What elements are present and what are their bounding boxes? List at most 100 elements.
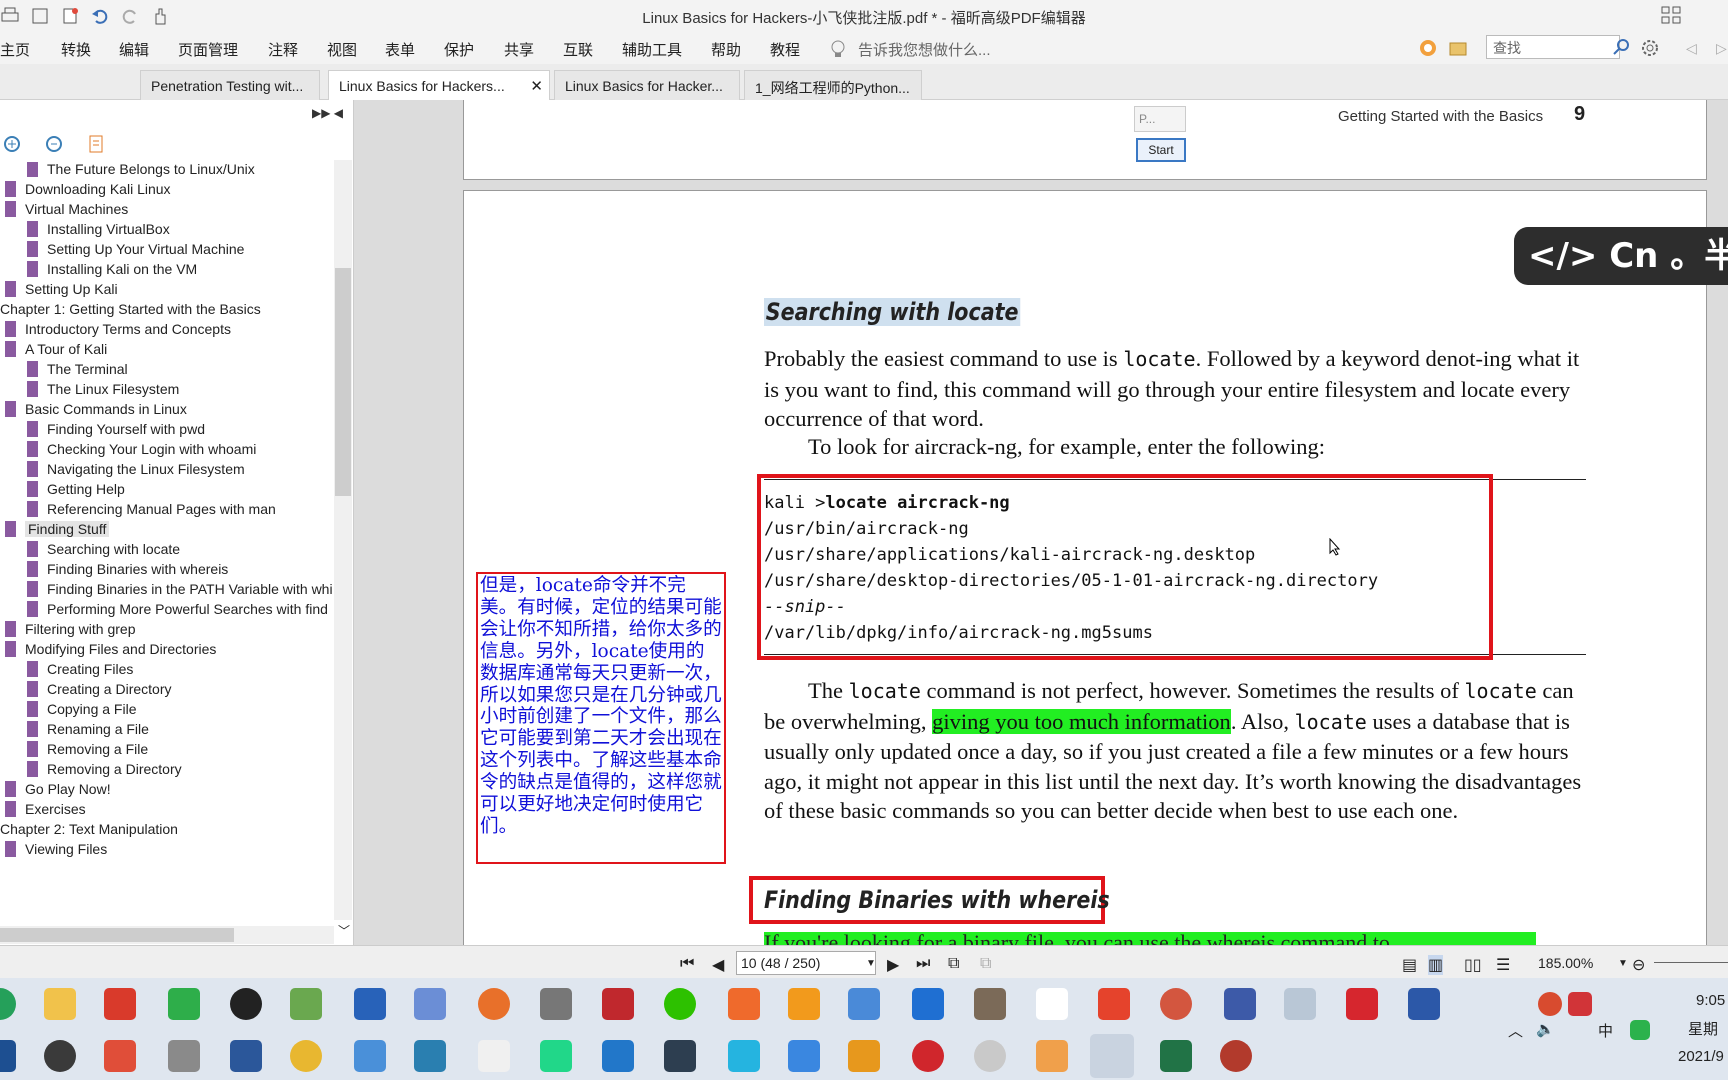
bookmark-item[interactable]: Checking Your Login with whoami [27, 438, 256, 460]
highlight-annotation[interactable]: giving you too much information [932, 708, 1231, 734]
tray-app-icon[interactable] [1568, 992, 1592, 1016]
menu-comment[interactable]: 注释 [268, 39, 298, 60]
camtasia-icon[interactable] [168, 988, 200, 1020]
tab-python-network[interactable]: 1_网络工程师的Python... [744, 70, 922, 100]
tab-penetration-testing[interactable]: Penetration Testing wit... [140, 70, 320, 100]
app-icon-image[interactable] [1284, 988, 1316, 1020]
sogou-tray-icon[interactable] [1630, 1020, 1650, 1040]
app-icon-doc[interactable] [602, 1040, 634, 1072]
bookmark-item[interactable]: Renaming a File [27, 718, 149, 740]
sublime-icon[interactable] [848, 1040, 880, 1072]
file-explorer-icon[interactable] [44, 988, 76, 1020]
start-button[interactable]: Start [1136, 138, 1186, 162]
rectangle-annotation[interactable] [757, 474, 1493, 660]
bookmark-item[interactable]: Modifying Files and Directories [5, 638, 216, 660]
bookmark-item[interactable]: Filtering with grep [5, 618, 136, 640]
tab-linux-basics-2[interactable]: Linux Basics for Hacker... [554, 70, 740, 100]
clock-time[interactable]: 9:05 [1696, 992, 1725, 1009]
bookmark-item[interactable]: Finding Binaries with whereis [27, 558, 228, 580]
previous-view-icon[interactable]: ⧉ [948, 955, 959, 973]
app-icon-avatar[interactable] [1220, 1040, 1252, 1072]
bookmark-item[interactable]: Chapter 2: Text Manipulation [0, 818, 178, 840]
menu-share[interactable]: 共享 [504, 39, 534, 60]
app-icon-fish[interactable] [1036, 1040, 1068, 1072]
zoom-out-icon[interactable]: ⊖ [1632, 955, 1645, 975]
menu-protect[interactable]: 保护 [444, 39, 474, 60]
app-icon-chrome-like[interactable] [0, 988, 16, 1020]
search-app-icon[interactable] [788, 988, 820, 1020]
floppy-icon[interactable] [1224, 988, 1256, 1020]
menu-form[interactable]: 表单 [385, 39, 415, 60]
collapse-panel-icon[interactable]: ▶▶ ◀ [312, 106, 343, 120]
last-page-icon[interactable]: ⏭ [916, 955, 930, 973]
form-field[interactable]: P... [1134, 106, 1186, 132]
prev-page-icon[interactable]: ◀ [712, 955, 724, 975]
tell-me-box[interactable]: 告诉我您想做什么... [858, 39, 991, 60]
menu-help[interactable]: 帮助 [711, 39, 741, 60]
scroll-down-icon[interactable]: ﹀ [338, 922, 350, 939]
app-icon-bird[interactable] [788, 1040, 820, 1072]
tray-qq-icon[interactable] [1538, 992, 1562, 1016]
app-icon-red[interactable] [104, 988, 136, 1020]
bookmark-hscroll-thumb[interactable] [0, 928, 234, 942]
bookmark-item[interactable]: Chapter 1: Getting Started with the Basi… [0, 298, 261, 320]
bookmark-item[interactable]: Removing a Directory [27, 758, 182, 780]
app-icon-tools[interactable] [168, 1040, 200, 1072]
menu-home[interactable]: 主页 [0, 39, 30, 60]
word-icon[interactable] [230, 1040, 262, 1072]
page-number-input[interactable]: 10 (48 / 250) [736, 951, 876, 975]
remote-desktop-icon[interactable] [354, 1040, 386, 1072]
ime-language[interactable]: 中 [1598, 1020, 1613, 1041]
bookmark-item[interactable]: The Linux Filesystem [27, 378, 179, 400]
lock-icon[interactable] [44, 1040, 76, 1072]
pycharm-icon[interactable] [540, 1040, 572, 1072]
app-icon-blue-2[interactable] [0, 1040, 16, 1072]
zoom-dropdown-icon[interactable]: ▼ [1618, 958, 1628, 969]
bookmark-item[interactable]: Finding Binaries in the PATH Variable wi… [27, 578, 333, 600]
youdao-icon[interactable] [1346, 988, 1378, 1020]
bookmark-item[interactable]: Referencing Manual Pages with man [27, 498, 276, 520]
menu-view[interactable]: 视图 [327, 39, 357, 60]
bookmark-options-icon[interactable] [86, 134, 106, 157]
close-tab-icon[interactable]: ✕ [530, 77, 543, 95]
bookmark-scroll-thumb[interactable] [335, 268, 351, 496]
next-page-icon[interactable]: ▶ [887, 955, 899, 975]
netease-music-icon[interactable] [912, 1040, 944, 1072]
bookmark-item[interactable]: Setting Up Your Virtual Machine [27, 238, 244, 260]
menu-connect[interactable]: 互联 [563, 39, 593, 60]
wechat-icon[interactable] [664, 988, 696, 1020]
bookmark-item[interactable]: Creating a Directory [27, 678, 172, 700]
tray-expand-icon[interactable]: ︿ [1508, 1020, 1523, 1041]
bookmark-item[interactable]: Installing VirtualBox [27, 218, 170, 240]
bookmark-item[interactable]: Go Play Now! [5, 778, 111, 800]
app-icon-hex[interactable] [664, 1040, 696, 1072]
app-icon-green[interactable] [290, 988, 322, 1020]
bookmark-item[interactable]: Searching with locate [27, 538, 180, 560]
forward-arrow-icon[interactable]: ▷ [1716, 40, 1727, 57]
tab-linux-basics-active[interactable]: Linux Basics for Hackers... ✕ [328, 70, 550, 100]
bookmark-item[interactable]: Basic Commands in Linux [5, 398, 187, 420]
menu-tutorial[interactable]: 教程 [770, 39, 800, 60]
next-view-icon[interactable]: ⧉ [980, 955, 991, 973]
cloud-icon[interactable] [728, 1040, 760, 1072]
single-page-icon[interactable]: ▤ [1402, 955, 1417, 975]
menu-page-management[interactable]: 页面管理 [178, 39, 238, 60]
app-icon-ball[interactable] [974, 1040, 1006, 1072]
sogou-icon[interactable] [1098, 988, 1130, 1020]
translation-textbox-annotation[interactable]: 但是，locate命令并不完美。有时候，定位的结果可能会让你不知所措，给你太多的… [476, 572, 726, 864]
bookmark-item[interactable]: Performing More Powerful Searches with f… [27, 598, 328, 620]
bookmark-item[interactable]: Finding Stuff [5, 518, 110, 540]
app-icon-snail[interactable] [1160, 988, 1192, 1020]
menu-accessibility[interactable]: 辅助工具 [622, 39, 682, 60]
menu-edit[interactable]: 编辑 [119, 39, 149, 60]
qq-icon[interactable] [230, 988, 262, 1020]
foxit-pdf-icon-active[interactable] [1090, 1034, 1134, 1078]
facing-page-icon[interactable]: ▯▯ [1464, 955, 1482, 975]
bookmark-item[interactable]: Copying a File [27, 698, 137, 720]
network-icon[interactable] [414, 988, 446, 1020]
app-icon-c[interactable] [104, 1040, 136, 1072]
bookmark-item[interactable]: Viewing Files [5, 838, 107, 860]
bookmark-item[interactable]: Setting Up Kali [5, 278, 118, 300]
excel-icon[interactable] [1160, 1040, 1192, 1072]
search-icon[interactable] [1612, 38, 1630, 59]
